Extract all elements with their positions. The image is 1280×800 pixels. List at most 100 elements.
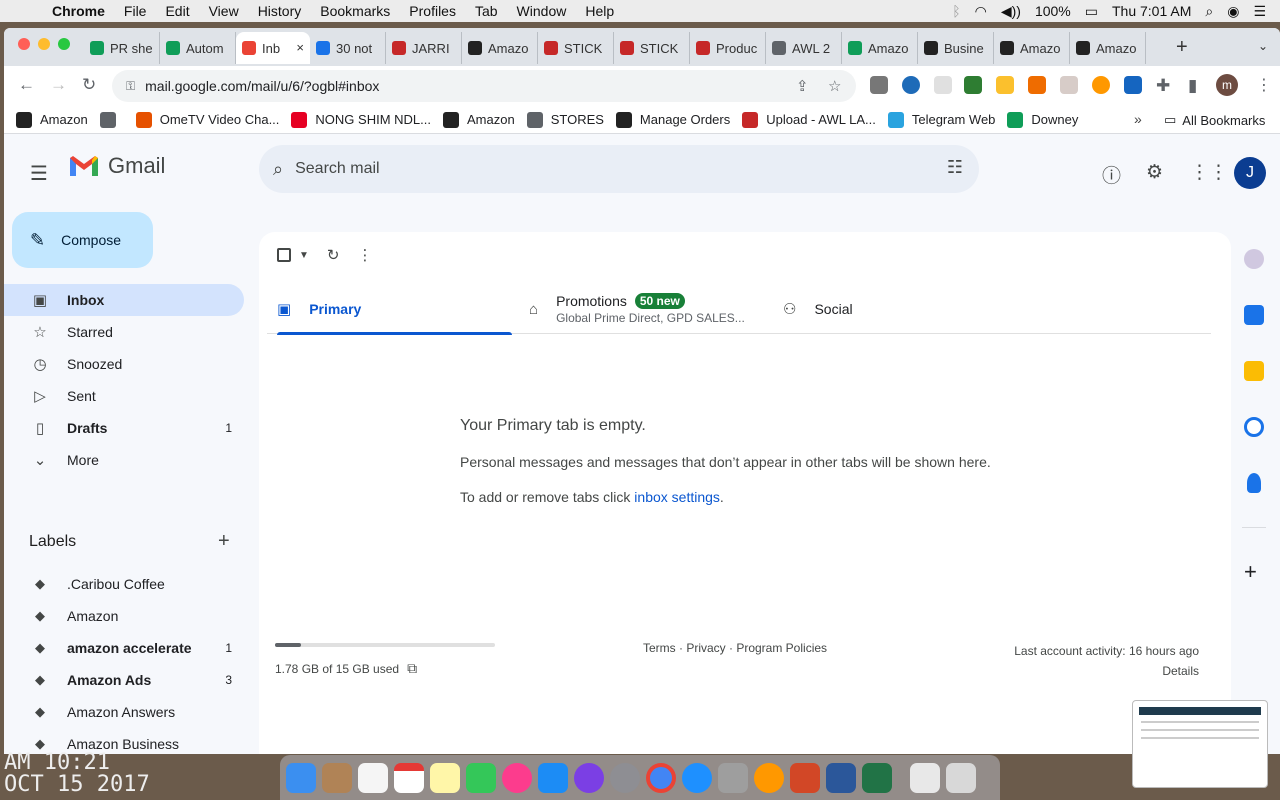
facetime-icon[interactable] [466,762,496,793]
back-arrow-icon[interactable]: ← [18,75,35,95]
bookmark-star-icon[interactable]: ☆ [828,77,841,95]
reminders-icon[interactable] [358,762,388,793]
extension-rs-icon[interactable] [964,76,982,94]
menu-edit[interactable]: Edit [165,3,189,19]
browser-tab[interactable]: Busine [918,32,994,64]
system-preferences-icon[interactable] [610,762,640,793]
documents-stack-icon[interactable] [910,762,940,793]
select-chevron-down-icon[interactable]: ▼ [299,250,309,261]
extension-f-icon[interactable] [1124,76,1142,94]
nav-item-more[interactable]: ⌄ More [4,444,244,476]
open-storage-external-icon[interactable]: ⧉ [407,660,417,677]
share-icon[interactable]: ⇪ [796,77,809,95]
browser-tab[interactable]: Amazo [1070,32,1146,64]
bookmark-item[interactable]: STORES [526,111,604,128]
browser-tab[interactable]: Autom [160,32,236,64]
menu-view[interactable]: View [209,3,239,19]
extensions-puzzle-icon[interactable]: ✚ [1156,76,1170,96]
nav-item-inbox[interactable]: ▣ Inbox [4,284,244,316]
notification-center-icon[interactable]: ☰ [1253,3,1266,20]
extension-off2-icon[interactable] [1028,76,1046,94]
chrome-app-icon[interactable] [646,762,676,793]
tab-promotions[interactable]: ⌂ Promotions 50 new Global Prime Direct,… [529,284,745,334]
bookmarks-overflow-icon[interactable]: » [1134,111,1142,127]
app-store-icon[interactable] [538,762,568,793]
menu-help[interactable]: Help [585,3,614,19]
tab-primary[interactable]: ▣ Primary [277,284,513,335]
browser-tab[interactable]: Amazo [462,32,538,64]
browser-tab[interactable]: JARRI [386,32,462,64]
search-mail-bar[interactable]: ⌕ Search mail ☷ [259,145,979,193]
menu-history[interactable]: History [258,3,302,19]
bluetooth-icon[interactable]: ᛒ [952,3,960,19]
menu-profiles[interactable]: Profiles [409,3,456,19]
bookmark-item[interactable]: Upload - AWL LA... [742,111,876,128]
word-icon[interactable] [826,762,856,793]
notes-icon[interactable] [430,762,460,793]
photos-icon[interactable] [754,762,784,793]
new-tab-button[interactable]: + [1176,36,1188,59]
url-text[interactable]: mail.google.com/mail/u/6/?ogbl#inbox [145,78,379,94]
finder-icon[interactable] [286,762,316,793]
browser-tab[interactable]: STICK [614,32,690,64]
forward-arrow-icon[interactable]: → [50,75,67,95]
refresh-icon[interactable]: ↻ [327,246,340,264]
activity-details-link[interactable]: Details [1014,661,1199,681]
spotlight-search-icon[interactable]: ⌕ [1205,3,1213,20]
battery-percent[interactable]: 100% [1035,3,1071,19]
nav-item-drafts[interactable]: ▯ Drafts 1 [4,412,244,444]
label-item-amazon[interactable]: ◆ Amazon [4,600,244,632]
menu-window[interactable]: Window [517,3,567,19]
extension-orange-icon[interactable] [1092,76,1110,94]
menu-file[interactable]: File [124,3,147,19]
browser-tab[interactable]: AWL 2 [766,32,842,64]
label-item-amazon-accelerate[interactable]: ◆ amazon accelerate 1 [4,632,244,664]
extension-price-icon[interactable] [934,76,952,94]
bookmark-item[interactable] [99,111,124,128]
close-window-button[interactable] [18,38,30,50]
powerpoint-icon[interactable] [790,762,820,793]
bookmark-item[interactable]: NONG SHIM NDL... [291,111,431,128]
nav-item-snoozed[interactable]: ◷ Snoozed [4,348,244,380]
keep-icon[interactable] [1244,361,1264,381]
nav-item-starred[interactable]: ☆ Starred [4,316,244,348]
bookmark-item[interactable]: Amazon [16,111,88,128]
menu-tab[interactable]: Tab [475,3,498,19]
screenshot-thumbnail[interactable] [1132,700,1268,788]
main-menu-icon[interactable]: ☰ [30,161,48,186]
address-bar[interactable]: ⚿ mail.google.com/mail/u/6/?ogbl#inbox ⇪… [112,70,856,102]
create-label-plus-icon[interactable]: + [218,530,230,553]
siri-app-icon[interactable] [574,762,604,793]
label-item-amazon-ads[interactable]: ◆ Amazon Ads 3 [4,664,244,696]
browser-tab[interactable]: Amazo [994,32,1070,64]
menu-bookmarks[interactable]: Bookmarks [320,3,390,19]
extension-scout-icon[interactable] [996,76,1014,94]
wifi-icon[interactable]: ◠ [975,3,987,20]
side-panel-icon[interactable]: ▮ [1188,76,1197,96]
browser-tab[interactable]: 30 not [310,32,386,64]
extension-off-icon[interactable] [870,76,888,94]
tab-search-chevron-icon[interactable]: ⌄ [1258,39,1268,53]
browser-tab[interactable]: Produc [690,32,766,64]
minimize-window-button[interactable] [38,38,50,50]
get-addons-plus-icon[interactable]: + [1244,559,1257,585]
inbox-settings-link[interactable]: inbox settings [634,489,720,505]
bookmark-item[interactable]: Downey [1007,111,1078,128]
bookmark-item[interactable]: Telegram Web [887,111,995,128]
label-item-caribou-coffee[interactable]: ◆ .Caribou Coffee [4,568,244,600]
label-item-amazon-answers[interactable]: ◆ Amazon Answers [4,696,244,728]
calendar-app-icon[interactable] [394,762,424,793]
clock[interactable]: Thu 7:01 AM [1112,3,1191,19]
more-actions-icon[interactable]: ⋮ [357,246,372,264]
chrome-profile-avatar[interactable]: m [1216,74,1238,96]
music-icon[interactable] [502,762,532,793]
reload-icon[interactable]: ↻ [82,75,96,95]
compose-button[interactable]: ✎ Compose [12,212,153,268]
chrome-menu-icon[interactable]: ⋮ [1256,75,1272,95]
keep-sidebar-icon[interactable] [1244,249,1264,269]
zoom-window-button[interactable] [58,38,70,50]
menu-app-name[interactable]: Chrome [52,3,105,19]
search-input[interactable]: Search mail [295,160,379,178]
extension-helium-icon[interactable] [902,76,920,94]
excel-icon[interactable] [862,762,892,793]
